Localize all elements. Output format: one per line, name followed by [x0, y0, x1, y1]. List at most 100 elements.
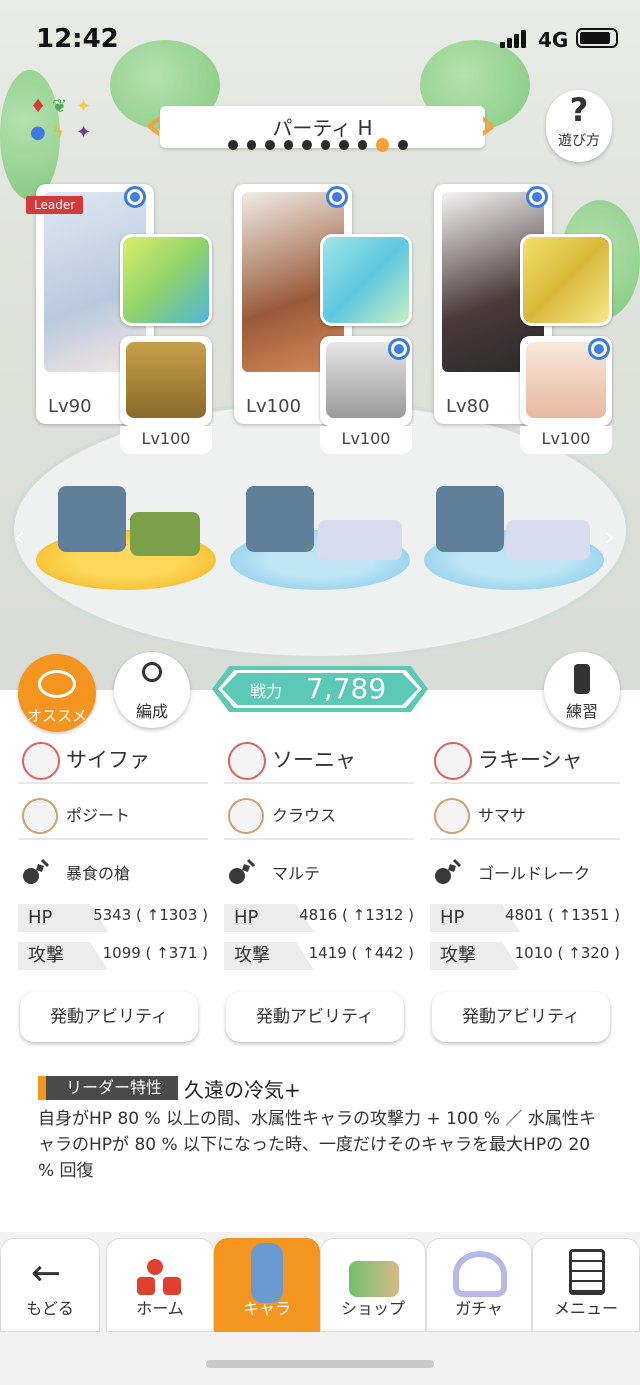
pedestal	[506, 520, 590, 560]
attack-value: 1099 ( ↑371 )	[102, 944, 208, 962]
party-page-dot[interactable]	[398, 140, 408, 150]
sub-member-row[interactable]: サマサ	[430, 796, 620, 840]
nav-menu-label: メニュー	[553, 1299, 618, 1318]
help-button[interactable]: ? 遊び方	[546, 90, 612, 162]
weapon-icon	[22, 856, 52, 886]
bowl-icon	[38, 670, 76, 698]
sub-member-avatar	[22, 798, 58, 834]
party-page-dot[interactable]	[320, 140, 331, 150]
battery-icon	[576, 28, 618, 48]
attack-stat: 攻撃 1099 ( ↑371 )	[18, 942, 208, 970]
pedestal	[318, 520, 402, 560]
weapon-icon[interactable]	[320, 234, 412, 326]
party-page-dot[interactable]	[283, 140, 294, 150]
help-label: 遊び方	[558, 133, 600, 149]
power-value: 7,789	[306, 672, 387, 705]
weapon-icon	[228, 856, 258, 886]
weapon-row[interactable]: 暴食の槍	[18, 850, 208, 894]
party-page-dot[interactable]	[339, 140, 349, 150]
nav-shop-label: ショップ	[340, 1299, 405, 1318]
water-element-icon	[326, 186, 348, 208]
member-name: ラキーシャ	[478, 748, 583, 772]
menu-list-icon	[569, 1249, 605, 1295]
pedestal	[436, 486, 504, 552]
gacha-icon	[453, 1251, 507, 1297]
attack-label: 攻撃	[18, 942, 108, 970]
sub-member-row[interactable]: ポジート	[18, 796, 208, 840]
weapon-row[interactable]: マルテ	[224, 850, 414, 894]
shop-icon	[349, 1261, 399, 1297]
ability-button[interactable]: 発動アビリティ	[432, 992, 610, 1042]
practice-button[interactable]: 練習	[544, 652, 620, 728]
nav-back[interactable]: ← もどる	[0, 1238, 100, 1332]
sub-member-name: サマサ	[478, 806, 527, 825]
weapon-row[interactable]: ゴールドレーク	[430, 850, 620, 894]
member-name: ソーニャ	[272, 748, 356, 772]
sub-member-avatar	[228, 798, 264, 834]
sub-member-row[interactable]: クラウス	[224, 796, 414, 840]
bottom-nav: ← もどる ホーム キャラ ショップ ガチャ メニュー	[0, 1238, 640, 1338]
recommend-button[interactable]: オススメ	[18, 654, 96, 732]
network-label: 4G	[538, 28, 569, 52]
weapon-icon[interactable]	[120, 234, 212, 326]
party-page-dot[interactable]	[265, 140, 275, 150]
leader-skill-name: 久遠の冷気+	[184, 1078, 301, 1102]
chara-icon	[251, 1243, 283, 1303]
sub-member-name: クラウス	[272, 806, 337, 825]
nav-chara[interactable]: キャラ	[214, 1238, 320, 1332]
nav-shop[interactable]: ショップ	[320, 1238, 426, 1332]
hp-value: 5343 ( ↑1303 )	[93, 906, 208, 924]
formation-label: 編成	[135, 702, 168, 721]
signal-icon	[500, 30, 528, 48]
question-icon: ?	[569, 91, 589, 129]
water-element-icon	[588, 338, 610, 360]
hp-stat: HP 4801 ( ↑1351 )	[430, 904, 620, 932]
water-element-icon	[526, 186, 548, 208]
weapon-icon[interactable]	[520, 234, 612, 326]
scroll-left-icon[interactable]: ‹	[14, 520, 25, 553]
party-page-dot[interactable]	[376, 138, 390, 152]
home-icon	[137, 1259, 185, 1295]
nav-gacha[interactable]: ガチャ	[426, 1238, 532, 1332]
member-name-row[interactable]: サイファ	[18, 740, 208, 784]
weapon-name: ゴールドレーク	[478, 864, 591, 883]
formation-icon	[142, 662, 162, 682]
attack-value: 1419 ( ↑442 )	[308, 944, 414, 962]
nav-home[interactable]: ホーム	[106, 1238, 214, 1332]
ability-button[interactable]: 発動アビリティ	[226, 992, 404, 1042]
sub-character-slot[interactable]: Lv100	[120, 336, 212, 454]
home-indicator	[206, 1360, 434, 1368]
nav-menu[interactable]: メニュー	[532, 1238, 640, 1332]
member-name-row[interactable]: ソーニャ	[224, 740, 414, 784]
formation-button[interactable]: 編成	[114, 652, 190, 728]
hp-value: 4816 ( ↑1312 )	[299, 906, 414, 924]
hp-stat: HP 4816 ( ↑1312 )	[224, 904, 414, 932]
member-name-row[interactable]: ラキーシャ	[430, 740, 620, 784]
water-element-icon	[388, 338, 410, 360]
next-party-arrow-icon[interactable]: ›	[474, 100, 502, 150]
attack-stat: 攻撃 1010 ( ↑320 )	[430, 942, 620, 970]
party-page-dot[interactable]	[246, 140, 257, 150]
member-avatar	[434, 742, 472, 780]
scroll-right-icon[interactable]: ›	[604, 520, 615, 553]
ability-button[interactable]: 発動アビリティ	[20, 992, 198, 1042]
sub-member-avatar	[434, 798, 470, 834]
attack-value: 1010 ( ↑320 )	[514, 944, 620, 962]
power-label: 戦力	[250, 682, 283, 701]
sub-member-name: ポジート	[66, 806, 131, 825]
party-page-dots[interactable]	[228, 138, 408, 152]
nav-back-label: もどる	[26, 1299, 74, 1318]
party-page-dot[interactable]	[357, 140, 368, 150]
party-page-dot[interactable]	[302, 140, 312, 150]
party-page-dot[interactable]	[228, 140, 238, 150]
pedestal	[246, 486, 314, 552]
attack-stat: 攻撃 1419 ( ↑442 )	[224, 942, 414, 970]
party-title: パーティ H	[272, 116, 373, 140]
leader-badge: Leader	[26, 196, 84, 214]
weapon-name: マルテ	[272, 864, 321, 883]
element-filter-icon[interactable]: ♦ ❦ ✦ ● ϟ ✦	[30, 96, 110, 156]
clock: 12:42	[36, 24, 119, 54]
weapon-icon	[434, 856, 464, 886]
pedestal	[130, 512, 200, 556]
sub-character-portrait	[126, 342, 206, 418]
